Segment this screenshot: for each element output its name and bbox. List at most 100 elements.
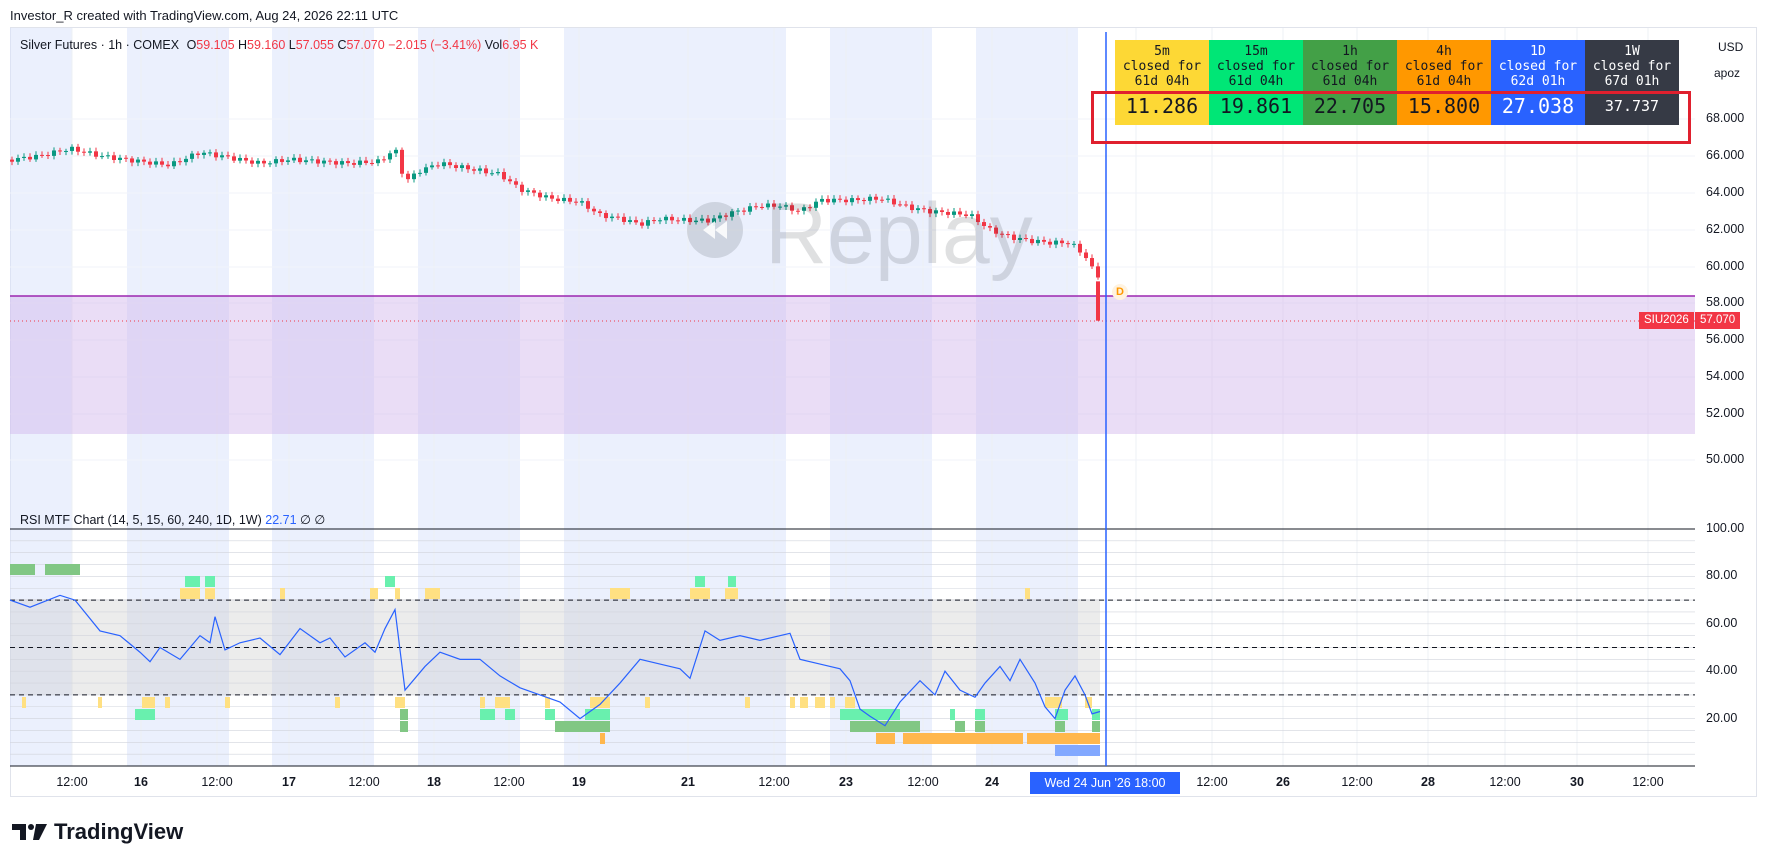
candle-body (634, 220, 638, 223)
candle-body (226, 155, 230, 157)
price-tick-label: 62.000 (1706, 222, 1745, 236)
mtf-block (950, 709, 955, 720)
candle-body (454, 165, 458, 169)
price-tick-label: 52.000 (1706, 406, 1745, 420)
rsi-value: 22.71 (265, 513, 297, 527)
mtf-block (185, 576, 200, 587)
rsi-extra-2: ∅ (314, 513, 326, 527)
mtf-block (1027, 733, 1100, 744)
mtf-status: closed for (1310, 59, 1390, 74)
candle-body (352, 163, 356, 165)
candle-body (394, 149, 398, 154)
dividend-marker[interactable]: D (1112, 284, 1128, 300)
rsi-tick-label: 40.00 (1706, 663, 1738, 678)
mtf-block (800, 697, 808, 708)
time-tick-label: 12:00 (1489, 775, 1521, 789)
candle-body (346, 161, 350, 164)
candle-body (382, 159, 386, 161)
candle-body (142, 159, 146, 162)
candle-body (1084, 252, 1088, 259)
scale-setting[interactable]: apoz (1714, 66, 1740, 80)
candle-body (256, 160, 260, 164)
candle-body (748, 206, 752, 212)
price-tick-label: 68.000 (1706, 111, 1745, 125)
candle-body (412, 173, 416, 180)
candle-body (376, 159, 380, 164)
candle-body (604, 213, 608, 219)
time-tick-label: 12:00 (493, 775, 525, 789)
candle-body (1036, 239, 1040, 244)
mtf-block (395, 588, 400, 599)
candle-body (190, 153, 194, 159)
candle-body (298, 157, 302, 163)
rsi-tick-label: 80.00 (1706, 568, 1738, 583)
symbol-legend[interactable]: Silver Futures · 1h · COMEX O59.105 H59.… (20, 38, 538, 52)
candle-body (232, 156, 236, 161)
candle-body (520, 184, 524, 192)
mtf-status: closed for (1404, 59, 1484, 74)
mtf-cell-5m: 5m closed for 61d 04h (1115, 40, 1209, 89)
mtf-block (10, 564, 35, 575)
candle-body (136, 159, 140, 163)
open-value: 59.105 (196, 38, 235, 52)
low-label: L (288, 38, 296, 52)
tradingview-brand[interactable]: TradingView (12, 819, 183, 848)
candle-body (58, 150, 62, 152)
mtf-block (600, 733, 605, 744)
time-tick-label: 30 (1570, 775, 1584, 789)
rsi-extra-1: ∅ (300, 513, 311, 527)
candle-body (64, 150, 68, 152)
rsi-legend[interactable]: RSI MTF Chart (14, 5, 15, 60, 240, 1D, 1… (20, 512, 325, 527)
time-tick-label: 12:00 (1196, 775, 1228, 789)
mtf-tf: 1D (1530, 44, 1546, 59)
mtf-tf: 1h (1342, 44, 1358, 59)
mtf-block (975, 721, 985, 732)
candle-body (670, 216, 674, 221)
mtf-age: 61d 04h (1416, 74, 1472, 89)
high-label: H (238, 38, 248, 52)
mtf-block (745, 697, 750, 708)
time-tick-label: 12:00 (201, 775, 233, 789)
candle-body (40, 154, 44, 156)
mtf-block (725, 588, 738, 599)
mtf-block (280, 588, 285, 599)
candle-body (46, 155, 50, 157)
candle-body (514, 181, 518, 185)
open-label: O (186, 38, 197, 52)
mtf-status: closed for (1122, 59, 1202, 74)
mtf-block (495, 697, 510, 708)
time-tick-label: 17 (282, 775, 296, 789)
time-tick-label: 19 (572, 775, 586, 789)
candle-body (328, 160, 332, 162)
rsi-tick-label: 100.00 (1706, 521, 1745, 535)
candle-body (118, 157, 122, 160)
candle-body (214, 152, 218, 158)
time-tick-label: 26 (1276, 775, 1290, 789)
candle-body (268, 163, 272, 165)
candle-body (1054, 240, 1058, 245)
replay-icon (687, 202, 743, 258)
rsi-tick-label: 60.00 (1706, 615, 1738, 630)
candle-body (202, 152, 206, 155)
candle-body (238, 157, 242, 161)
candle-body (478, 168, 482, 171)
candle-body (592, 208, 596, 212)
rsi-title: RSI MTF Chart (14, 5, 15, 60, 240, 1D, 1… (20, 513, 262, 527)
candle-body (544, 195, 548, 198)
time-tick-label: 12:00 (907, 775, 939, 789)
candle-body (616, 216, 620, 218)
mtf-block (815, 697, 825, 708)
currency-label[interactable]: USD (1718, 40, 1743, 54)
tradingview-wordmark: TradingView (54, 819, 184, 844)
candle-body (472, 169, 476, 171)
time-tick-label: 23 (839, 775, 853, 789)
candle-body (538, 192, 542, 198)
rsi-tick-label: 20.00 (1706, 710, 1738, 725)
low-value: 57.055 (295, 38, 334, 52)
candle-body (1096, 266, 1100, 278)
mtf-block (1025, 588, 1030, 599)
mtf-block (22, 697, 26, 708)
candle-body (1066, 243, 1070, 245)
volume-label: Vol (484, 38, 503, 52)
mtf-block (505, 709, 515, 720)
